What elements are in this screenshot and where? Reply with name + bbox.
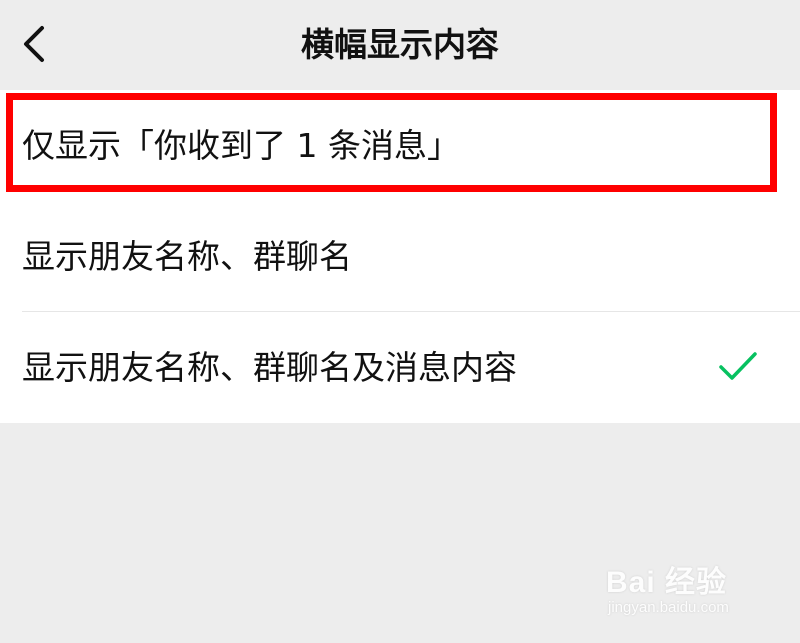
checkmark-icon <box>719 352 757 380</box>
option-notification-only[interactable]: 仅显示「你收到了 1 条消息」 <box>0 90 800 201</box>
nav-bar: 横幅显示内容 <box>0 0 800 90</box>
baidu-jingyan-watermark: Bai 经验 jingyan.baidu.com <box>606 557 756 627</box>
chevron-left-icon <box>24 26 44 62</box>
option-show-names-and-content[interactable]: 显示朋友名称、群聊名及消息内容 <box>0 312 800 423</box>
watermark-url: jingyan.baidu.com <box>608 599 729 616</box>
option-label: 仅显示「你收到了 1 条消息」 <box>22 126 460 165</box>
option-show-names[interactable]: 显示朋友名称、群聊名 <box>0 201 800 312</box>
back-button[interactable] <box>12 22 56 66</box>
banner-content-options: 仅显示「你收到了 1 条消息」 显示朋友名称、群聊名 显示朋友名称、群聊名及消息… <box>0 90 800 423</box>
option-label: 显示朋友名称、群聊名及消息内容 <box>22 348 517 387</box>
watermark-brand: Bai 经验 <box>606 566 728 599</box>
page-title: 横幅显示内容 <box>301 25 499 64</box>
option-label: 显示朋友名称、群聊名 <box>22 237 352 276</box>
